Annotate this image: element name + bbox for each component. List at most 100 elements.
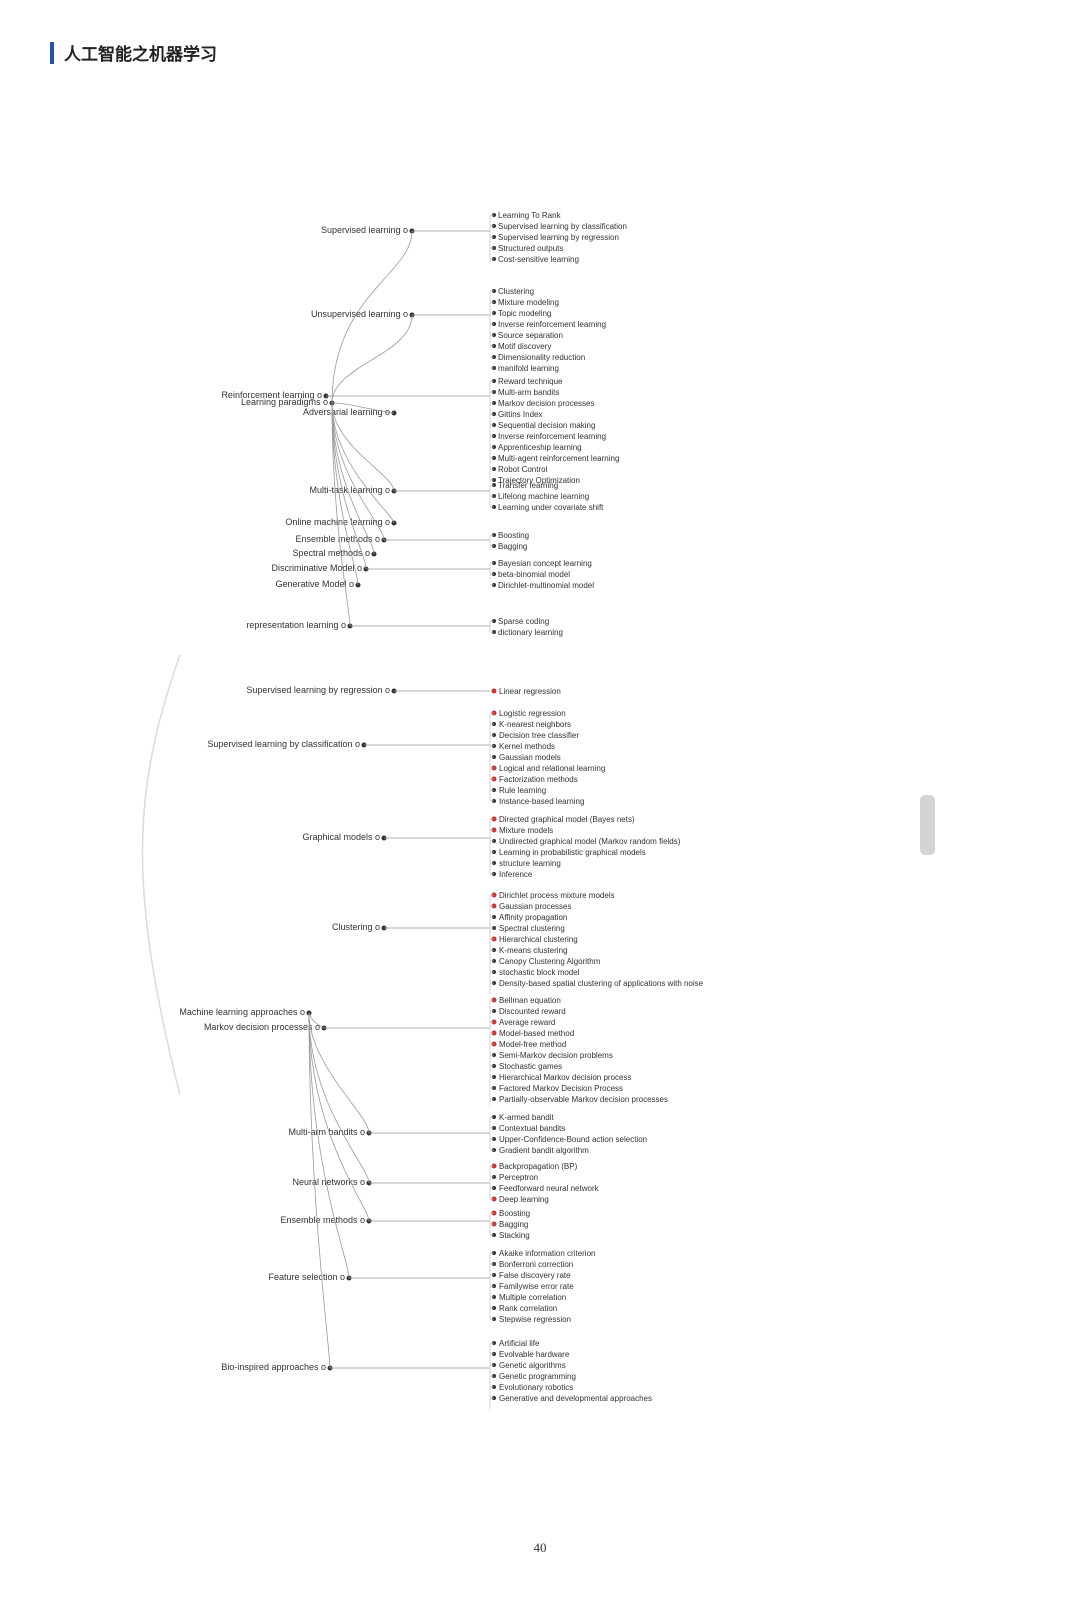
svg-text:Bagging: Bagging xyxy=(499,1220,528,1229)
discriminative-label: Discriminative Model o xyxy=(271,563,362,573)
svg-text:Source separation: Source separation xyxy=(498,331,563,340)
svg-text:Model-free method: Model-free method xyxy=(499,1040,566,1049)
svg-text:Stochastic games: Stochastic games xyxy=(499,1062,562,1071)
repr-learning-label: representation learning o xyxy=(246,620,346,630)
svg-text:Instance-based learning: Instance-based learning xyxy=(499,797,584,806)
svg-text:Rank correlation: Rank correlation xyxy=(499,1304,557,1313)
svg-text:Learning in probabilistic grap: Learning in probabilistic graphical mode… xyxy=(499,848,646,857)
left-curve-connector xyxy=(143,655,181,1095)
mdp-label: Markov decision processes o xyxy=(204,1022,320,1032)
svg-text:Mixture modeling: Mixture modeling xyxy=(498,298,559,307)
svg-text:dictionary learning: dictionary learning xyxy=(498,628,563,637)
svg-text:Semi-Markov decision problems: Semi-Markov decision problems xyxy=(499,1051,613,1060)
svg-text:Evolvable hardware: Evolvable hardware xyxy=(499,1350,570,1359)
svg-text:Logistic regression: Logistic regression xyxy=(499,709,566,718)
svg-text:Topic modeling: Topic modeling xyxy=(498,309,551,318)
svg-text:Inverse reinforcement learning: Inverse reinforcement learning xyxy=(498,320,606,329)
svg-text:Factorization methods: Factorization methods xyxy=(499,775,578,784)
svg-text:Reward technique: Reward technique xyxy=(498,377,563,386)
svg-text:Genetic algorithms: Genetic algorithms xyxy=(499,1361,566,1370)
svg-text:Directed graphical model (Baye: Directed graphical model (Bayes nets) xyxy=(499,815,635,824)
scrollbar-indicator[interactable] xyxy=(920,795,935,855)
svg-text:Bonferroni correction: Bonferroni correction xyxy=(499,1260,573,1269)
ml-approaches-label: Machine learning approaches o xyxy=(179,1007,305,1017)
svg-text:Gaussian processes: Gaussian processes xyxy=(499,902,571,911)
s1-item5: Cost-sensitive learning xyxy=(498,255,579,264)
svg-text:manifold learning: manifold learning xyxy=(498,364,559,373)
svg-text:Model-based method: Model-based method xyxy=(499,1029,574,1038)
svg-text:Lifelong machine learning: Lifelong machine learning xyxy=(498,492,589,501)
svg-text:Hierarchical Markov decision p: Hierarchical Markov decision process xyxy=(499,1073,632,1082)
svg-text:Stacking: Stacking xyxy=(499,1231,530,1240)
mind-map-svg: .node-label { font-family: Arial, sans-s… xyxy=(50,95,1030,1515)
svg-text:Multi-agent reinforcement lear: Multi-agent reinforcement learning xyxy=(498,454,619,463)
clustering-label: Clustering o xyxy=(332,922,380,932)
svg-text:Artificial life: Artificial life xyxy=(499,1339,540,1348)
svg-text:Familywise error rate: Familywise error rate xyxy=(499,1282,574,1291)
svg-text:beta-binomial model: beta-binomial model xyxy=(498,570,570,579)
page-title: 人工智能之机器学习 xyxy=(64,40,217,65)
svg-text:Markov decision processes: Markov decision processes xyxy=(498,399,594,408)
s1-item4: Structured outputs xyxy=(498,244,563,253)
ensemble2-label: Ensemble methods o xyxy=(280,1215,365,1225)
svg-text:Linear regression: Linear regression xyxy=(499,687,561,696)
svg-text:Stepwise regression: Stepwise regression xyxy=(499,1315,571,1324)
svg-text:Bagging: Bagging xyxy=(498,542,527,551)
svg-text:Learning under covariate shift: Learning under covariate shift xyxy=(498,503,604,512)
svg-text:Inference: Inference xyxy=(499,870,533,879)
svg-text:Discounted reward: Discounted reward xyxy=(499,1007,566,1016)
page-container: 人工智能之机器学习 .node-label { font-family: Ari… xyxy=(0,0,1080,1616)
svg-text:Dirichlet-multinomial model: Dirichlet-multinomial model xyxy=(498,581,594,590)
sl-regression-label: Supervised learning by regression o xyxy=(246,685,390,695)
svg-text:Density-based spatial clusteri: Density-based spatial clustering of appl… xyxy=(499,979,704,988)
svg-text:Gaussian models: Gaussian models xyxy=(499,753,561,762)
svg-text:Undirected graphical model (Ma: Undirected graphical model (Markov rando… xyxy=(499,837,681,846)
svg-text:Evolutionary robotics: Evolutionary robotics xyxy=(499,1383,573,1392)
svg-text:Deep learning: Deep learning xyxy=(499,1195,549,1204)
svg-text:Partially-observable Markov de: Partially-observable Markov decision pro… xyxy=(499,1095,668,1104)
generative-label: Generative Model o xyxy=(275,579,354,589)
svg-text:Multi-arm bandits: Multi-arm bandits xyxy=(498,388,559,397)
svg-text:Bellman equation: Bellman equation xyxy=(499,996,561,1005)
svg-text:Sparse coding: Sparse coding xyxy=(498,617,549,626)
spectral-label: Spectral methods o xyxy=(292,548,370,558)
svg-text:Spectral clustering: Spectral clustering xyxy=(499,924,565,933)
bio-inspired-label: Bio-inspired approaches o xyxy=(221,1362,326,1372)
svg-text:Inverse reinforcement learning: Inverse reinforcement learning xyxy=(498,432,606,441)
svg-text:K-armed bandit: K-armed bandit xyxy=(499,1113,554,1122)
unsupervised-label: Unsupervised learning o xyxy=(311,309,408,319)
svg-text:Kernel methods: Kernel methods xyxy=(499,742,555,751)
s1-item2: Supervised learning by classification xyxy=(498,222,627,231)
svg-text:Generative and developmental a: Generative and developmental approaches xyxy=(499,1394,652,1403)
s1-item3: Supervised learning by regression xyxy=(498,233,619,242)
svg-text:Gittins Index: Gittins Index xyxy=(498,410,542,419)
svg-text:Genetic programming: Genetic programming xyxy=(499,1372,576,1381)
svg-text:Apprenticeship learning: Apprenticeship learning xyxy=(498,443,582,452)
svg-text:Canopy Clustering Algorithm: Canopy Clustering Algorithm xyxy=(499,957,601,966)
svg-text:Boosting: Boosting xyxy=(499,1209,530,1218)
svg-text:Average reward: Average reward xyxy=(499,1018,555,1027)
adversarial-label: Adversarial learning o xyxy=(303,407,390,417)
page-number: 40 xyxy=(50,1540,1030,1556)
svg-text:Gradient bandit algorithm: Gradient bandit algorithm xyxy=(499,1146,589,1155)
svg-text:structure learning: structure learning xyxy=(499,859,561,868)
k-nearest-label: K-nearest neighbors xyxy=(499,720,571,729)
s1-item1: Learning To Rank xyxy=(498,211,562,220)
svg-text:Multiple correlation: Multiple correlation xyxy=(499,1293,566,1302)
reinforcement-label: Reinforcement learning o xyxy=(221,390,322,400)
svg-text:Bayesian concept learning: Bayesian concept learning xyxy=(498,559,592,568)
svg-text:Dirichlet process mixture mode: Dirichlet process mixture models xyxy=(499,891,615,900)
svg-text:Contextual bandits: Contextual bandits xyxy=(499,1124,565,1133)
multitask-label: Multi-task learning o xyxy=(309,485,390,495)
graphical-models-label: Graphical models o xyxy=(302,832,380,842)
svg-text:Factored Markov Decision Proce: Factored Markov Decision Process xyxy=(499,1084,623,1093)
svg-text:Perceptron: Perceptron xyxy=(499,1173,538,1182)
svg-text:Dimensionality reduction: Dimensionality reduction xyxy=(498,353,585,362)
svg-text:Affinity propagation: Affinity propagation xyxy=(499,913,567,922)
diagram-area: .node-label { font-family: Arial, sans-s… xyxy=(50,95,1030,1520)
svg-text:Feedforward neural network: Feedforward neural network xyxy=(499,1184,600,1193)
svg-text:Clustering: Clustering xyxy=(498,287,534,296)
svg-text:Transfer learning: Transfer learning xyxy=(498,481,558,490)
svg-text:stochastic block model: stochastic block model xyxy=(499,968,580,977)
header-bar xyxy=(50,42,54,64)
